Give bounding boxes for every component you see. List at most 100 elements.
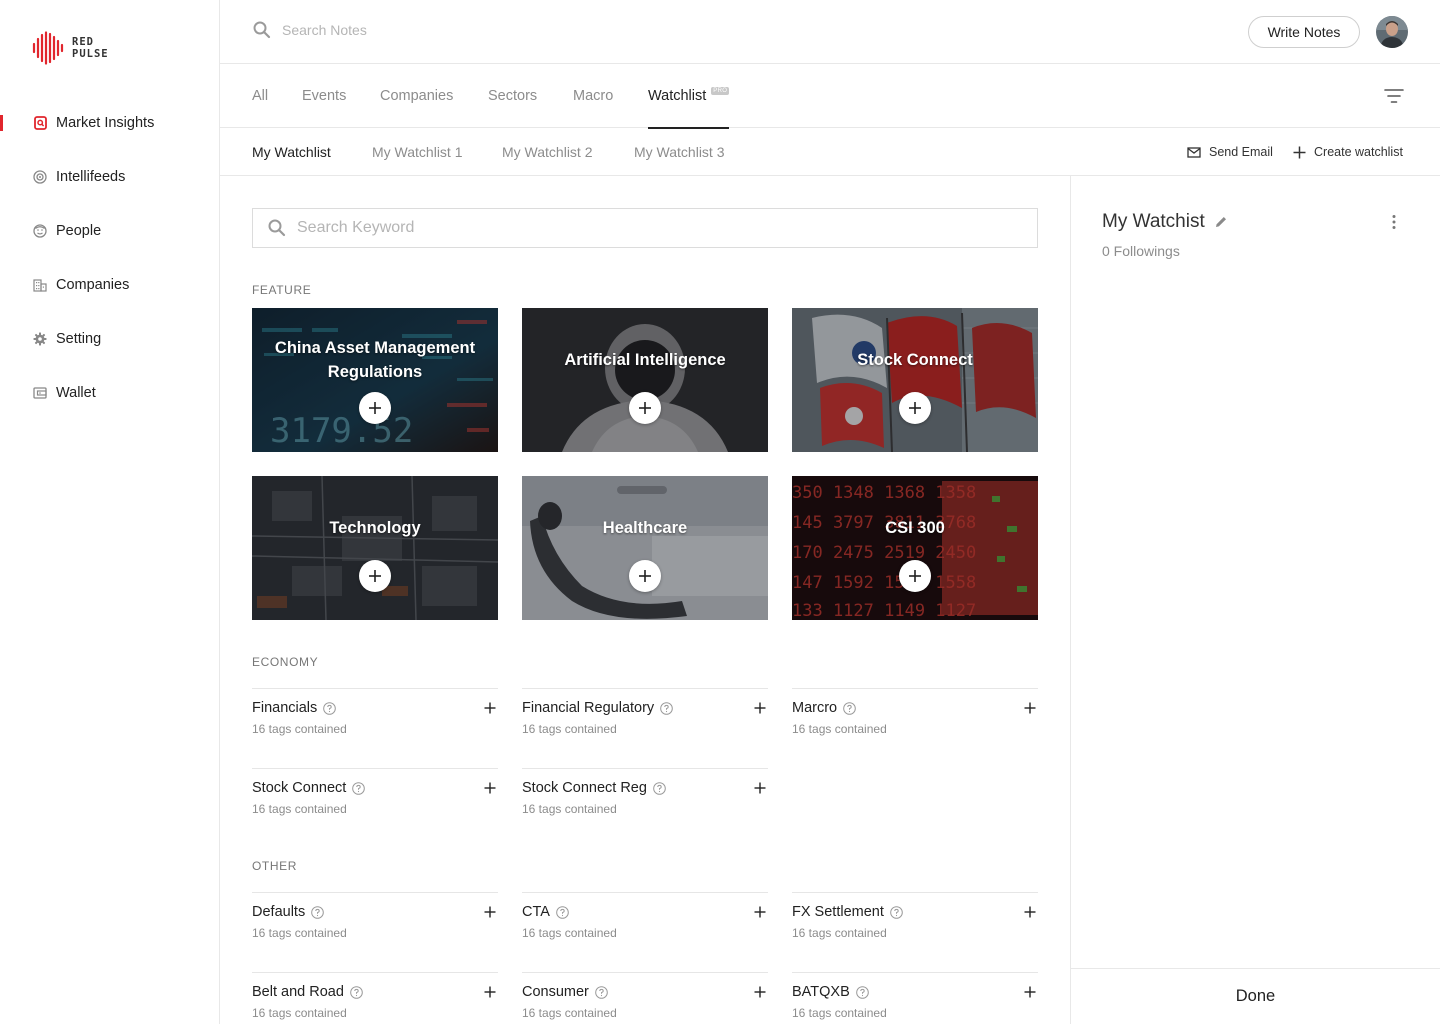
tab-events[interactable]: Events [302, 64, 346, 128]
help-icon[interactable] [660, 701, 673, 715]
tab-sectors[interactable]: Sectors [488, 64, 537, 128]
user-avatar-icon [1376, 16, 1408, 48]
help-icon[interactable] [855, 985, 869, 999]
add-topic-plus-icon[interactable] [484, 906, 496, 918]
sidebar-item-people[interactable]: People [0, 204, 219, 258]
card-title: Technology [329, 519, 421, 537]
feature-card-china-asset-management[interactable]: 3179.52 China Asset Management Regulatio… [252, 308, 498, 452]
tab-all[interactable]: All [252, 64, 268, 128]
card-title: China Asset Management Regulations [274, 339, 476, 381]
red-pulse-logo[interactable]: RED PULSE [32, 30, 109, 66]
subtab-my-watchlist-2[interactable]: My Watchlist 2 [502, 128, 593, 176]
add-topic-plus-icon[interactable] [484, 782, 496, 794]
sidebar-item-market-insights[interactable]: Market Insights [0, 96, 219, 150]
plus-icon [639, 402, 651, 414]
topic-item-financials[interactable]: Financials 16 tags contained [252, 688, 498, 768]
add-topic-plus-icon[interactable] [1024, 906, 1036, 918]
add-card-button[interactable] [899, 392, 931, 424]
filter-icon[interactable] [1384, 88, 1404, 104]
card-title: Artificial Intelligence [564, 351, 726, 369]
help-icon[interactable] [890, 905, 903, 919]
topic-item-cta[interactable]: CTA 16 tags contained [522, 892, 768, 972]
help-icon[interactable] [595, 985, 608, 999]
edit-pencil-icon[interactable] [1214, 215, 1228, 229]
topic-item-fx-settlement[interactable]: FX Settlement 16 tags contained [792, 892, 1038, 972]
sidebar-item-intellifeeds[interactable]: Intellifeeds [0, 150, 219, 204]
add-card-button[interactable] [359, 560, 391, 592]
tab-macro[interactable]: Macro [573, 64, 613, 128]
search-icon [268, 219, 286, 237]
plus-icon [639, 570, 651, 582]
create-watchlist-button[interactable]: Create watchlist [1293, 128, 1403, 176]
help-icon[interactable] [350, 985, 363, 999]
write-notes-button[interactable]: Write Notes [1248, 16, 1360, 48]
add-topic-plus-icon[interactable] [754, 702, 766, 714]
add-topic-plus-icon[interactable] [484, 986, 496, 998]
avatar[interactable] [1376, 16, 1408, 48]
sidebar-item-companies[interactable]: Companies [0, 258, 219, 312]
topic-item-consumer[interactable]: Consumer 16 tags contained [522, 972, 768, 1024]
add-card-button[interactable] [629, 392, 661, 424]
add-topic-plus-icon[interactable] [754, 782, 766, 794]
add-topic-plus-icon[interactable] [1024, 986, 1036, 998]
topic-name: Stock Connect [252, 780, 347, 796]
sidebar-item-wallet[interactable]: Wallet [0, 366, 219, 420]
feature-card-csi-300[interactable]: 350 1348 1368 1358 145 3797 3811 3768 17… [792, 476, 1038, 620]
feature-card-healthcare[interactable]: Healthcare [522, 476, 768, 620]
add-card-button[interactable] [899, 560, 931, 592]
topic-item-stock-connect-reg[interactable]: Stock Connect Reg 16 tags contained [522, 768, 768, 848]
topic-name: Stock Connect Reg [522, 780, 647, 796]
notes-search-input[interactable] [282, 22, 582, 38]
help-icon[interactable] [653, 781, 666, 795]
topic-name: Financials [252, 700, 318, 716]
topic-name-row: Stock Connect [252, 780, 366, 796]
tab-watchlist[interactable]: Watchlist PRO [648, 64, 730, 129]
topic-name-row: Marcro [792, 700, 856, 716]
sidebar-item-label: People [56, 223, 102, 239]
section-label-feature: FEATURE [252, 283, 312, 297]
sidebar-item-label: Setting [56, 331, 102, 347]
feature-card-artificial-intelligence[interactable]: Artificial Intelligence [522, 308, 768, 452]
more-vertical-icon[interactable] [1391, 214, 1397, 230]
add-card-button[interactable] [359, 392, 391, 424]
add-topic-plus-icon[interactable] [1024, 702, 1036, 714]
add-card-button[interactable] [629, 560, 661, 592]
send-email-button[interactable]: Send Email [1187, 128, 1273, 176]
help-icon[interactable] [843, 701, 856, 715]
topic-item-batqxb[interactable]: BATQXB 16 tags contained [792, 972, 1038, 1024]
topic-name-row: BATQXB [792, 984, 869, 1000]
watchlist-browser: FEATURE 3179.52 China Asset Management R… [220, 176, 1071, 1024]
add-topic-plus-icon[interactable] [754, 906, 766, 918]
topic-tag-count: 16 tags contained [252, 926, 347, 940]
top-bar: Write Notes [220, 0, 1440, 64]
topic-item-marcro[interactable]: Marcro 16 tags contained [792, 688, 1038, 768]
help-icon[interactable] [311, 905, 325, 919]
feature-card-stock-connect[interactable]: Stock Connect [792, 308, 1038, 452]
keyword-search-input[interactable] [297, 219, 997, 237]
topic-item-defaults[interactable]: Defaults 16 tags contained [252, 892, 498, 972]
subtab-my-watchlist-1[interactable]: My Watchlist 1 [372, 128, 463, 176]
topic-tag-count: 16 tags contained [792, 1006, 887, 1020]
topic-item-belt-and-road[interactable]: Belt and Road 16 tags contained [252, 972, 498, 1024]
card-overlay [522, 308, 768, 452]
add-topic-plus-icon[interactable] [484, 702, 496, 714]
keyword-search [252, 208, 1038, 248]
feature-card-technology[interactable]: Technology [252, 476, 498, 620]
subtab-my-watchlist-3[interactable]: My Watchlist 3 [634, 128, 725, 176]
topic-item-stock-connect[interactable]: Stock Connect 16 tags contained [252, 768, 498, 848]
category-tabs: All Events Companies Sectors Macro Watch… [220, 64, 1440, 129]
sidebar-item-setting[interactable]: Setting [0, 312, 219, 366]
sidebar-item-label: Intellifeeds [56, 169, 126, 185]
help-icon[interactable] [556, 905, 569, 919]
feed-icon [33, 170, 47, 184]
topic-item-financial-regulatory[interactable]: Financial Regulatory 16 tags contained [522, 688, 768, 768]
red-pulse-logo-icon [32, 31, 64, 65]
add-topic-plus-icon[interactable] [754, 986, 766, 998]
topic-tag-count: 16 tags contained [792, 926, 887, 940]
tab-companies[interactable]: Companies [380, 64, 453, 128]
help-icon[interactable] [323, 701, 337, 715]
done-button[interactable]: Done [1071, 968, 1440, 1024]
help-icon[interactable] [352, 781, 366, 795]
card-title: CSI 300 [885, 519, 945, 537]
subtab-my-watchlist[interactable]: My Watchlist [252, 128, 331, 176]
